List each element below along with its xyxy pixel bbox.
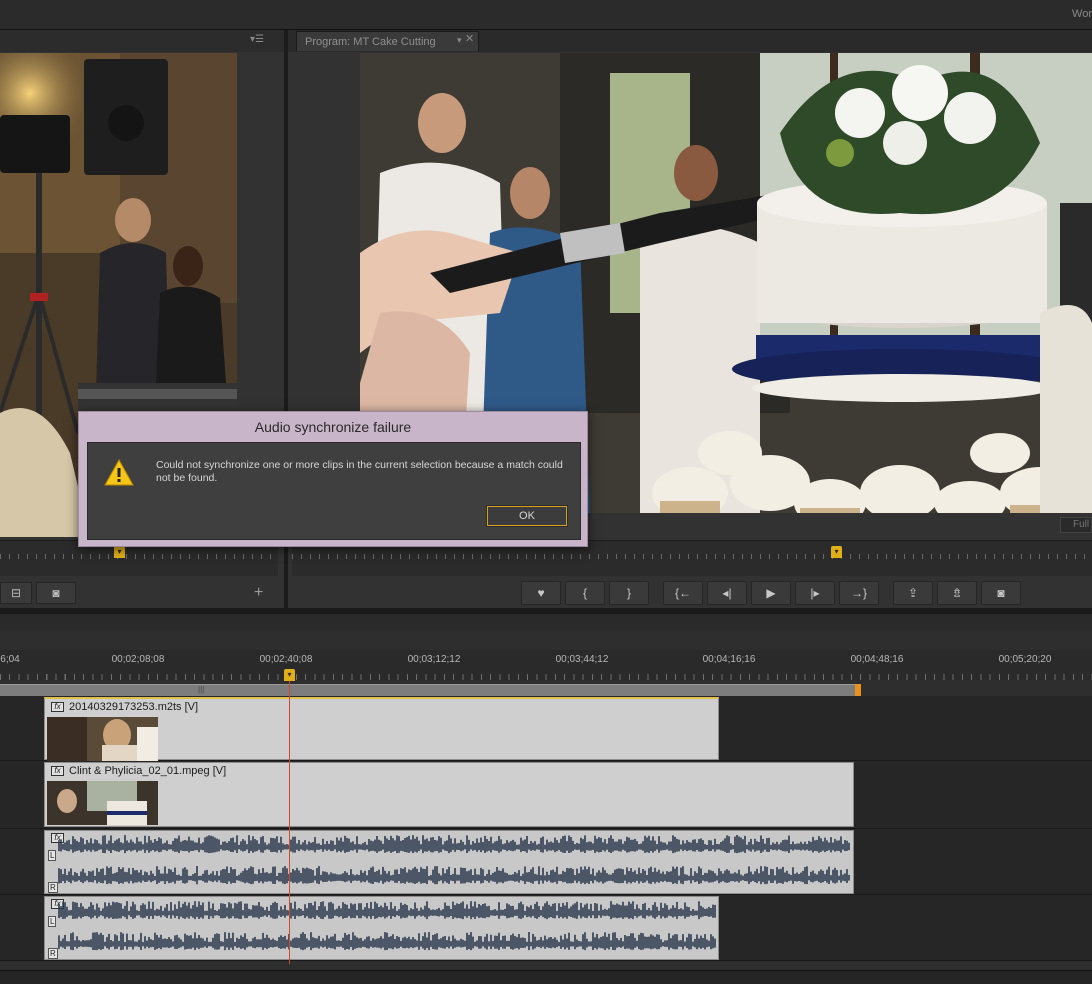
timecode-label: 00;02;08;08 <box>111 654 165 665</box>
add-marker-button[interactable]: ♥ <box>521 581 561 605</box>
video-track-2: fx 20140329173253.m2ts [V] <box>0 696 1092 761</box>
mark-out-icon: } <box>626 586 631 600</box>
channel-label-left: L <box>48 850 57 861</box>
camera-icon: ◙ <box>52 586 60 600</box>
timecode-label: 00;02;40;08 <box>259 654 313 665</box>
audio-track-1: fx L R <box>0 829 1092 895</box>
work-area-bar[interactable] <box>0 684 858 696</box>
audio-track-2: fx L R <box>0 895 1092 961</box>
timecode-label: 00;05;20;20 <box>998 654 1052 665</box>
chevron-down-icon[interactable]: ▾ <box>457 35 462 46</box>
audio-waveform-left <box>58 835 850 854</box>
work-area-end-handle[interactable] <box>855 684 861 696</box>
timecode-label: 00;04;16;16 <box>702 654 756 665</box>
fx-icon: fx <box>51 702 64 712</box>
step-back-button[interactable]: ◂| <box>707 581 747 605</box>
ruler-ticks <box>0 674 1092 680</box>
add-button[interactable]: + <box>254 584 263 602</box>
work-area-grip-icon[interactable]: ||| <box>198 685 204 694</box>
export-frame-button[interactable]: ◙ <box>36 582 76 604</box>
audio-clip[interactable]: fx L R <box>44 896 719 960</box>
channel-label-right: R <box>48 882 58 893</box>
timeline-playhead-line[interactable] <box>289 674 290 964</box>
clip-thumbnail <box>47 717 158 761</box>
extract-icon: ⇯ <box>951 586 963 600</box>
audio-clip[interactable]: fx L R <box>44 830 854 894</box>
clip-name: 20140329173253.m2ts [V] <box>69 701 199 713</box>
timeline-scrollbar[interactable] <box>0 970 1092 984</box>
transport-controls: ♥ { } {← ◂| ▶ |▸ →} ⇪ ⇯ ◙ <box>521 581 1021 605</box>
channel-label-left: L <box>48 916 57 927</box>
plus-icon: + <box>254 584 264 601</box>
timeline-panel: 6;04 00;02;08;08 00;02;40;08 00;03;12;12… <box>0 614 1092 984</box>
go-to-in-button[interactable]: {← <box>663 581 703 605</box>
go-to-out-button[interactable]: →} <box>839 581 879 605</box>
play-button[interactable]: ▶ <box>751 581 791 605</box>
program-tab-strip: Program: MT Cake Cutting ▾ ✕ <box>288 30 1092 52</box>
go-to-out-icon: →} <box>850 586 867 600</box>
clip-thumbnail <box>47 781 158 825</box>
source-tab-strip: ▾☰ <box>0 30 284 52</box>
fit-dropdown[interactable]: Full <box>1060 517 1092 533</box>
video-track-1: fx Clint & Phylicia_02_01.mpeg [V] <box>0 761 1092 829</box>
source-playhead-marker[interactable]: ▾ <box>114 546 125 558</box>
top-bar: Wor <box>0 0 1092 30</box>
play-icon: ▶ <box>766 586 776 600</box>
export-frame-button[interactable]: ◙ <box>981 581 1021 605</box>
mark-in-icon: { <box>582 586 587 600</box>
camera-icon: ◙ <box>997 586 1005 600</box>
alert-dialog: Audio synchronize failure Could not sync… <box>78 411 588 547</box>
panel-menu-icon[interactable]: ▾☰ <box>250 34 264 46</box>
lift-button[interactable]: ⇪ <box>893 581 933 605</box>
dialog-body: Could not synchronize one or more clips … <box>87 442 581 540</box>
program-tab-label: Program: MT Cake Cutting <box>305 36 436 48</box>
dialog-message: Could not synchronize one or more clips … <box>156 459 563 484</box>
go-to-in-icon: {← <box>674 586 691 600</box>
step-forward-button[interactable]: |▸ <box>795 581 835 605</box>
step-back-icon: ◂| <box>722 586 732 600</box>
timecode-label: 00;03;12;12 <box>407 654 461 665</box>
audio-waveform-left <box>58 901 716 920</box>
timecode-ruler[interactable]: 6;04 00;02;08;08 00;02;40;08 00;03;12;12… <box>0 650 1092 680</box>
timecode-label: 00;04;48;16 <box>850 654 904 665</box>
close-icon[interactable]: ✕ <box>465 32 474 45</box>
program-playhead-marker[interactable]: ▾ <box>831 546 842 558</box>
workspace-label[interactable]: Wor <box>1072 8 1092 20</box>
tab-program[interactable]: Program: MT Cake Cutting ▾ <box>296 31 479 51</box>
warning-icon <box>104 459 134 486</box>
mark-in-button[interactable]: { <box>565 581 605 605</box>
dialog-title: Audio synchronize failure <box>254 419 412 435</box>
audio-waveform-right <box>58 932 716 951</box>
step-forward-icon: |▸ <box>810 586 820 600</box>
channel-label-right: R <box>48 948 58 959</box>
extract-button[interactable]: ⇯ <box>937 581 977 605</box>
fx-icon: fx <box>51 766 64 776</box>
timeline-tab-strip <box>0 614 1092 630</box>
timecode-label: 6;04 <box>0 654 20 665</box>
clip-name: Clint & Phylicia_02_01.mpeg [V] <box>69 765 227 777</box>
video-clip[interactable]: fx 20140329173253.m2ts [V] <box>44 697 719 761</box>
timeline-playhead-marker[interactable]: ▾ <box>284 669 295 681</box>
lift-icon: ⇪ <box>907 586 919 600</box>
overwrite-icon: ⊟ <box>10 586 22 600</box>
overwrite-button[interactable]: ⊟ <box>0 582 32 604</box>
marker-icon: ♥ <box>537 586 545 600</box>
ok-button[interactable]: OK <box>486 505 568 527</box>
timecode-label: 00;03;44;12 <box>555 654 609 665</box>
mark-out-button[interactable]: } <box>609 581 649 605</box>
audio-waveform-right <box>58 866 850 885</box>
video-clip[interactable]: fx Clint & Phylicia_02_01.mpeg [V] <box>44 762 854 827</box>
